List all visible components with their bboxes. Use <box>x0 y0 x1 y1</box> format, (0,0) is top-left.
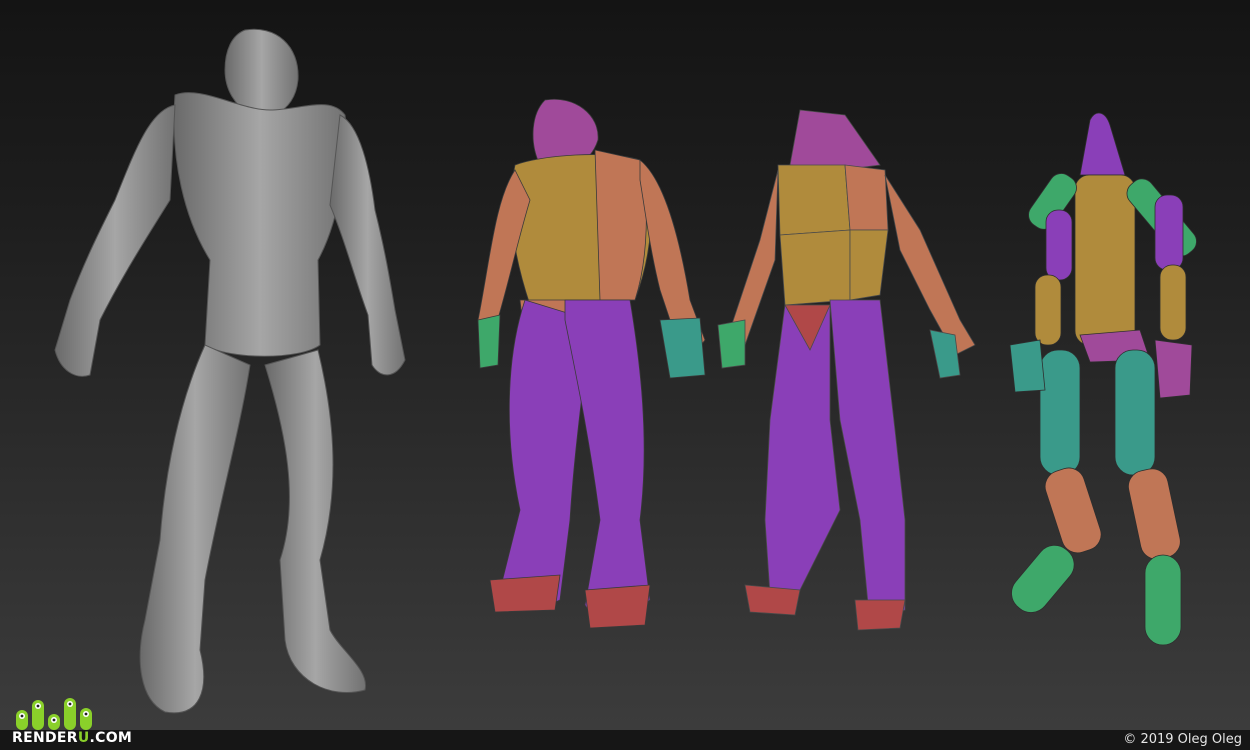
logo-text-suffix: .COM <box>89 730 133 746</box>
lowpoly-proxy-figure <box>717 109 976 631</box>
renderu-mascot-icon <box>16 698 92 730</box>
segmented-base-mesh-figure <box>1009 112 1197 646</box>
character-breakdown-render <box>54 28 1197 714</box>
renderu-logo: RENDERU.COM <box>12 694 132 746</box>
renderu-logo-text: RENDERU.COM <box>12 730 132 746</box>
clay-sculpt-figure <box>54 28 406 714</box>
copyright-notice: © 2019 Oleg Oleg <box>1123 732 1242 747</box>
render-viewport <box>0 0 1250 730</box>
logo-text-accent: U <box>77 730 90 746</box>
polypaint-figure <box>477 98 706 629</box>
logo-text-main: RENDER <box>12 730 78 746</box>
footer-bar <box>0 730 1250 750</box>
